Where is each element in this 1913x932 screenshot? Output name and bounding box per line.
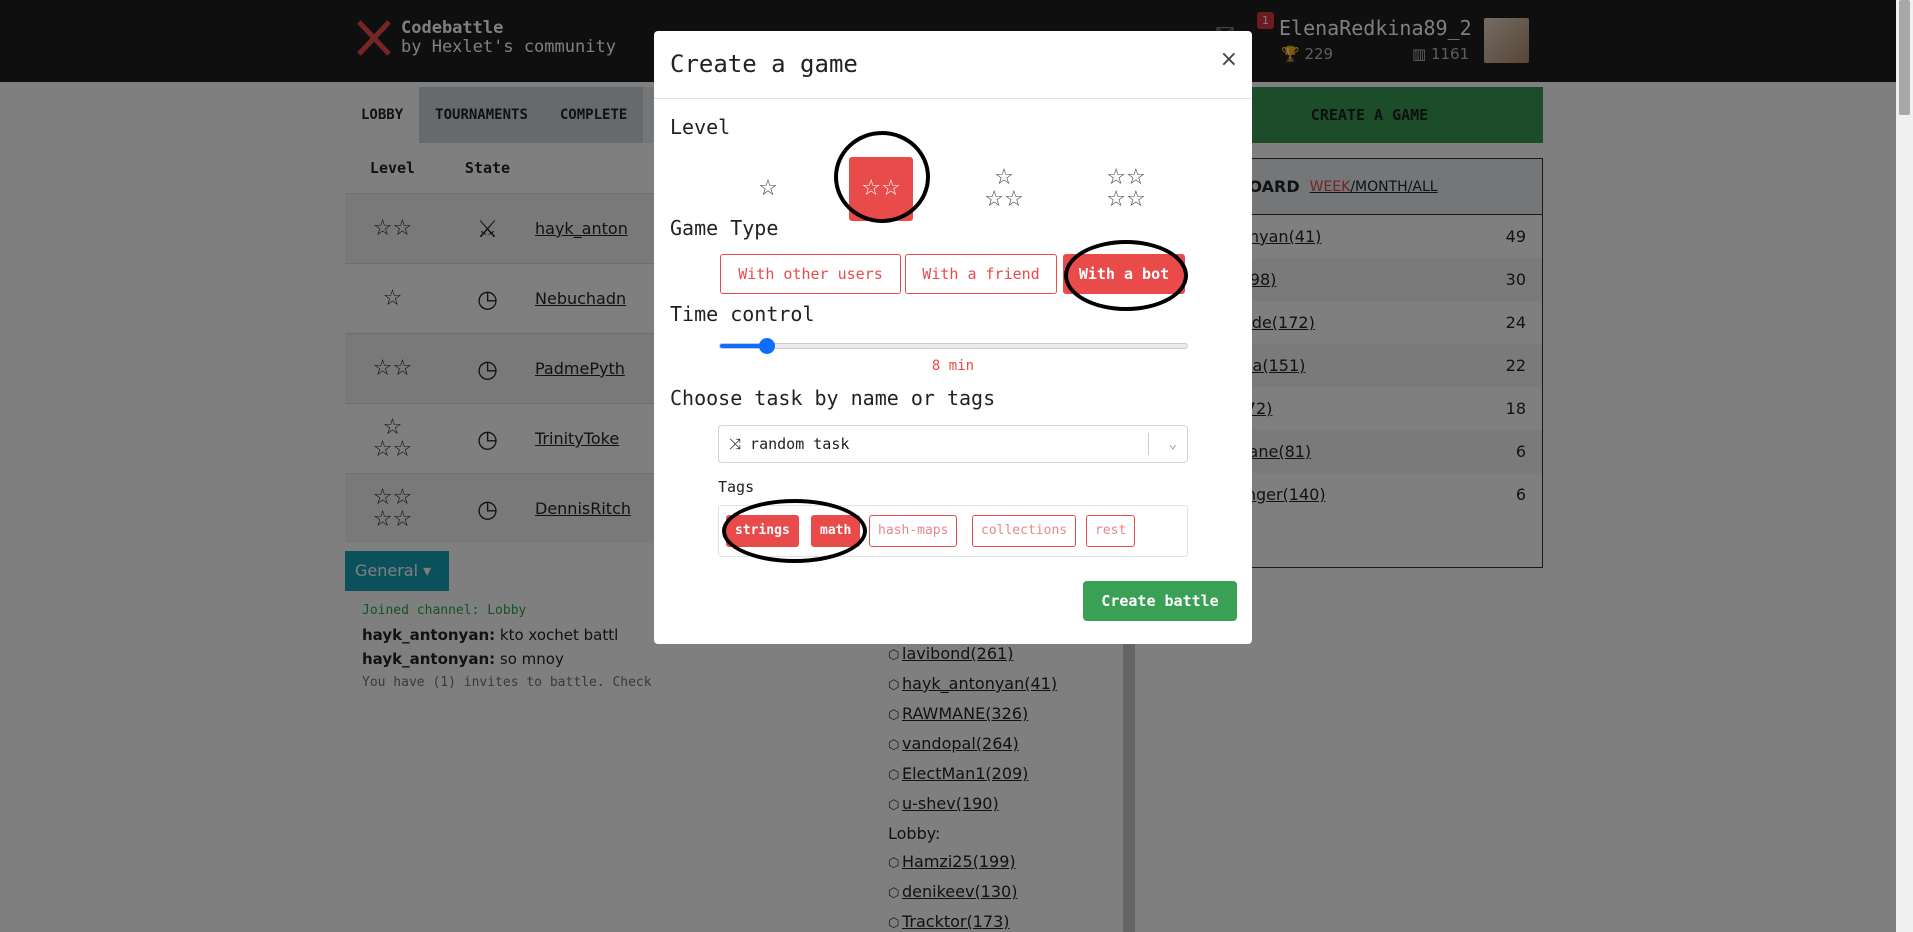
game-type-other-users-button[interactable]: With other users [720,254,901,294]
annotation-circle [834,131,930,223]
level-option-4[interactable]: ☆☆ ☆☆ [1094,157,1158,221]
task-label: Choose task by name or tags [670,386,996,410]
level-option-1[interactable]: ☆ [736,157,800,221]
tag-collections[interactable]: collections [972,515,1077,547]
chevron-down-icon[interactable]: ⌄ [1169,426,1177,462]
annotation-circle [1064,240,1188,311]
modal-title: Create a game [670,50,858,78]
time-control-slider[interactable] [719,338,1188,354]
level-stars: ☆ ☆☆ [984,165,1024,212]
level-option-3[interactable]: ☆ ☆☆ [972,157,1036,221]
task-select[interactable]: ⤨ random task ⌄ [718,425,1188,463]
close-icon[interactable]: × [1220,47,1238,72]
select-separator [1148,433,1149,455]
tags-label: Tags [718,478,755,496]
level-stars: ☆☆ ☆☆ [1106,165,1146,212]
page-scrollbar[interactable] [1896,0,1913,932]
shuffle-icon: ⤨ [729,435,742,453]
time-value: 8 min [931,358,975,374]
create-battle-button[interactable]: Create battle [1083,581,1237,621]
create-game-modal: Create a game × Level ☆ ☆☆ ☆ ☆☆ ☆☆ ☆☆ Ga… [654,31,1252,644]
task-select-value: random task [750,435,850,453]
level-stars: ☆ [758,176,778,201]
modal-header: Create a game × [654,31,1252,99]
game-type-label: Game Type [670,216,779,240]
tag-rest[interactable]: rest [1086,515,1136,547]
slider-handle[interactable] [758,338,775,354]
tag-hash-maps[interactable]: hash-maps [869,515,958,547]
game-type-friend-button[interactable]: With a friend [905,254,1057,294]
scrollbar-thumb[interactable] [1899,0,1910,115]
time-control-label: Time control [670,302,815,326]
level-label: Level [670,115,731,139]
annotation-circle [722,499,867,563]
